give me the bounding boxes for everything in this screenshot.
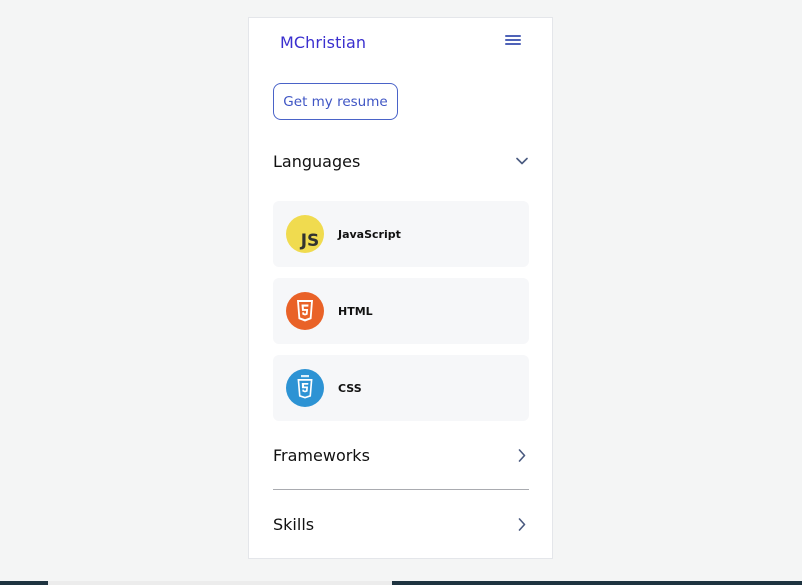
section-skills-title: Skills — [273, 514, 315, 534]
language-item-css[interactable]: CSS — [273, 355, 529, 421]
sidebar-panel: MChristian Get my resume Languages JS Ja… — [248, 17, 553, 559]
svg-text:JS: JS — [300, 231, 320, 251]
javascript-logo-icon: JS — [286, 215, 324, 253]
section-languages-title: Languages — [273, 151, 361, 171]
section-divider — [273, 489, 529, 490]
language-item-javascript[interactable]: JS JavaScript — [273, 201, 529, 267]
scrollbar-thumb[interactable] — [48, 581, 392, 585]
section-frameworks-toggle[interactable]: Frameworks — [273, 440, 529, 470]
chevron-right-icon — [515, 448, 529, 462]
section-frameworks-title: Frameworks — [273, 445, 370, 465]
bottom-scrollbar[interactable] — [0, 581, 802, 585]
section-skills-toggle[interactable]: Skills — [273, 509, 529, 539]
language-item-html[interactable]: HTML — [273, 278, 529, 344]
css3-logo-icon — [286, 369, 324, 407]
language-label: JavaScript — [338, 227, 401, 241]
language-label: CSS — [338, 381, 362, 395]
hamburger-menu-icon[interactable] — [505, 33, 521, 47]
language-label: HTML — [338, 304, 373, 318]
chevron-down-icon — [515, 154, 529, 168]
chevron-right-icon — [515, 517, 529, 531]
section-languages-toggle[interactable]: Languages — [273, 146, 529, 176]
brand-logo[interactable]: MChristian — [280, 33, 366, 52]
html5-logo-icon — [286, 292, 324, 330]
get-resume-button[interactable]: Get my resume — [273, 83, 398, 120]
